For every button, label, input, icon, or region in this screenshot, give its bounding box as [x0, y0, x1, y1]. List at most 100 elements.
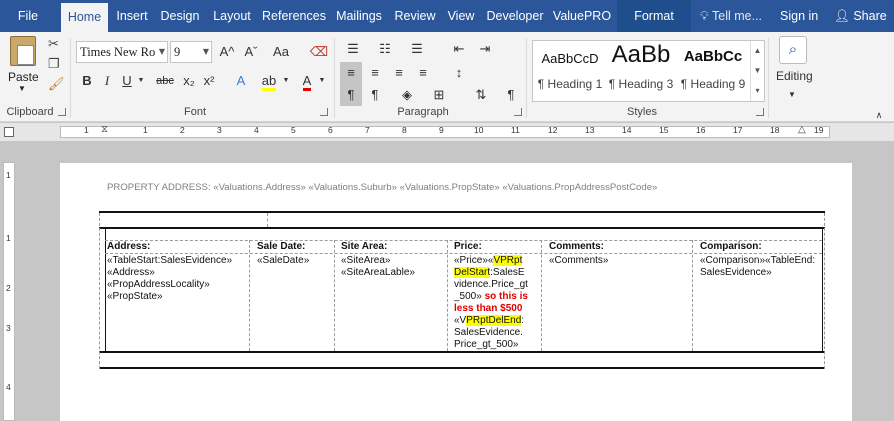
paste-icon[interactable] — [10, 36, 36, 66]
search-icon[interactable]: ⌕ — [779, 36, 807, 64]
tab-valuepro[interactable]: ValuePRO — [551, 0, 613, 32]
chevron-down-icon[interactable]: ▼ — [18, 84, 26, 93]
ruler-number: 10 — [474, 125, 484, 135]
paragraph-launcher-icon[interactable] — [514, 108, 522, 116]
change-case-button[interactable]: Aa — [266, 41, 296, 63]
chevron-down-icon[interactable]: ▼ — [282, 70, 290, 92]
tab-view[interactable]: View — [443, 0, 479, 32]
strikethrough-button[interactable]: abc — [152, 70, 178, 92]
shrink-font-button[interactable]: Aˇ — [240, 41, 262, 63]
format-painter-icon[interactable]: 🖌︎ — [48, 76, 65, 92]
bold-button[interactable]: B — [78, 70, 96, 92]
table-border — [822, 229, 823, 351]
chevron-down-icon[interactable]: ▼ — [136, 70, 146, 92]
ruler-number: 19 — [814, 125, 824, 135]
ruler-number: 8 — [402, 125, 407, 135]
share-button[interactable]: 👤︎ Share — [834, 0, 887, 32]
highlight-color-icon[interactable]: ab — [258, 70, 280, 92]
header-comparison: Comparison: — [700, 241, 762, 252]
gridline — [267, 213, 268, 227]
right-indent-marker-icon[interactable]: △ — [798, 124, 806, 135]
tab-references[interactable]: References — [261, 0, 327, 32]
font-color-icon[interactable]: A — [296, 70, 318, 92]
show-formatting-marks-icon[interactable]: ¶ — [500, 84, 522, 106]
clipboard-launcher-icon[interactable] — [58, 108, 66, 116]
chevron-down-icon[interactable]: ▼ — [786, 84, 798, 106]
borders-icon[interactable]: ⊞ — [428, 84, 450, 106]
indent-marker-icon[interactable]: ⧖ — [101, 124, 108, 135]
tab-format[interactable]: Format — [617, 0, 691, 32]
styles-scroll[interactable]: ▲ ▼ ▾ — [750, 41, 764, 101]
tab-selector[interactable] — [4, 127, 14, 137]
address-line: «PropState» — [107, 291, 163, 302]
sign-in-link[interactable]: Sign in — [780, 0, 818, 32]
styles-launcher-icon[interactable] — [756, 108, 764, 116]
chevron-up-icon[interactable]: ▲ — [751, 41, 764, 61]
header-sale-date: Sale Date: — [257, 241, 306, 252]
increase-indent-icon[interactable]: ⇥ — [474, 38, 496, 60]
ribbon-tab-bar: File Home Insert Design Layout Reference… — [0, 0, 894, 32]
decrease-indent-icon[interactable]: ⇤ — [448, 38, 470, 60]
tab-developer[interactable]: Developer — [483, 0, 547, 32]
ruler-number: 9 — [439, 125, 444, 135]
clear-formatting-icon[interactable]: ⌫ — [308, 41, 330, 63]
copy-icon[interactable]: ❐ — [48, 56, 60, 72]
align-left-button[interactable]: ≡ — [340, 62, 362, 84]
chevron-down-icon[interactable]: ▼ — [751, 61, 764, 81]
price-line: vidence.Price_gt — [454, 279, 528, 290]
style-heading-3[interactable]: AaBb ¶ Heading 3 — [605, 41, 677, 101]
italic-button[interactable]: I — [98, 70, 116, 92]
comparison-line: SalesEvidence» — [700, 267, 772, 278]
horizontal-ruler[interactable] — [60, 126, 830, 138]
tab-home[interactable]: Home — [61, 3, 108, 32]
multilevel-list-icon[interactable]: ☰ — [404, 38, 430, 60]
rtl-paragraph-icon[interactable]: ¶ — [364, 84, 386, 106]
grow-font-button[interactable]: A^ — [216, 41, 238, 63]
shading-icon[interactable]: ◈ — [396, 84, 418, 106]
price-line: SalesEvidence. — [454, 327, 523, 338]
justify-icon[interactable]: ≡ — [412, 62, 434, 84]
style-heading-9[interactable]: AaBbCc ¶ Heading 9 — [677, 41, 749, 101]
tell-me-box[interactable]: 💡︎ Tell me... — [700, 0, 762, 32]
bullets-icon[interactable]: ☰ — [340, 38, 366, 60]
header-address: Address: — [107, 241, 151, 252]
ruler-number: 3 — [217, 125, 222, 135]
table-border — [99, 211, 825, 213]
price-line: «Price»«VPRpt — [454, 255, 523, 266]
divider — [70, 38, 71, 118]
style-heading-1[interactable]: AaBbCcD ¶ Heading 1 — [535, 41, 605, 101]
sort-icon[interactable]: ⇅ — [470, 84, 492, 106]
group-label-clipboard: Clipboard — [6, 106, 54, 118]
superscript-button[interactable]: x² — [200, 70, 218, 92]
font-launcher-icon[interactable] — [320, 108, 328, 116]
underline-button[interactable]: U — [118, 70, 136, 92]
paste-button[interactable]: Paste — [8, 70, 39, 84]
tab-review[interactable]: Review — [391, 0, 439, 32]
font-name-combo[interactable]: Times New Ro ▼ — [76, 41, 168, 63]
editing-button[interactable]: Editing — [776, 69, 813, 83]
ruler-number: 18 — [770, 125, 780, 135]
text-effects-icon[interactable]: A — [230, 70, 252, 92]
tab-layout[interactable]: Layout — [207, 0, 257, 32]
chevron-down-icon[interactable]: ▼ — [318, 70, 326, 92]
align-right-icon[interactable]: ≡ — [388, 62, 410, 84]
tab-insert[interactable]: Insert — [111, 0, 153, 32]
tab-file[interactable]: File — [8, 0, 48, 32]
font-size-combo[interactable]: 9 ▼ — [170, 41, 212, 63]
group-label-paragraph: Paragraph — [397, 106, 449, 118]
gridline — [824, 213, 825, 369]
ltr-paragraph-button[interactable]: ¶ — [340, 84, 362, 106]
tab-design[interactable]: Design — [157, 0, 203, 32]
line-spacing-icon[interactable]: ↕ — [448, 62, 470, 84]
align-center-icon[interactable]: ≡ — [364, 62, 386, 84]
ruler-number: 2 — [180, 125, 185, 135]
table-border — [99, 367, 825, 369]
tab-mailings[interactable]: Mailings — [331, 0, 387, 32]
subscript-button[interactable]: x₂ — [180, 70, 198, 92]
ruler-number: 14 — [622, 125, 632, 135]
styles-gallery: AaBbCcD ¶ Heading 1 AaBb ¶ Heading 3 AaB… — [532, 40, 765, 102]
cut-icon[interactable]: ✂ — [48, 36, 59, 52]
more-styles-icon[interactable]: ▾ — [751, 81, 764, 101]
divider — [526, 38, 527, 118]
numbering-icon[interactable]: ☷ — [372, 38, 398, 60]
